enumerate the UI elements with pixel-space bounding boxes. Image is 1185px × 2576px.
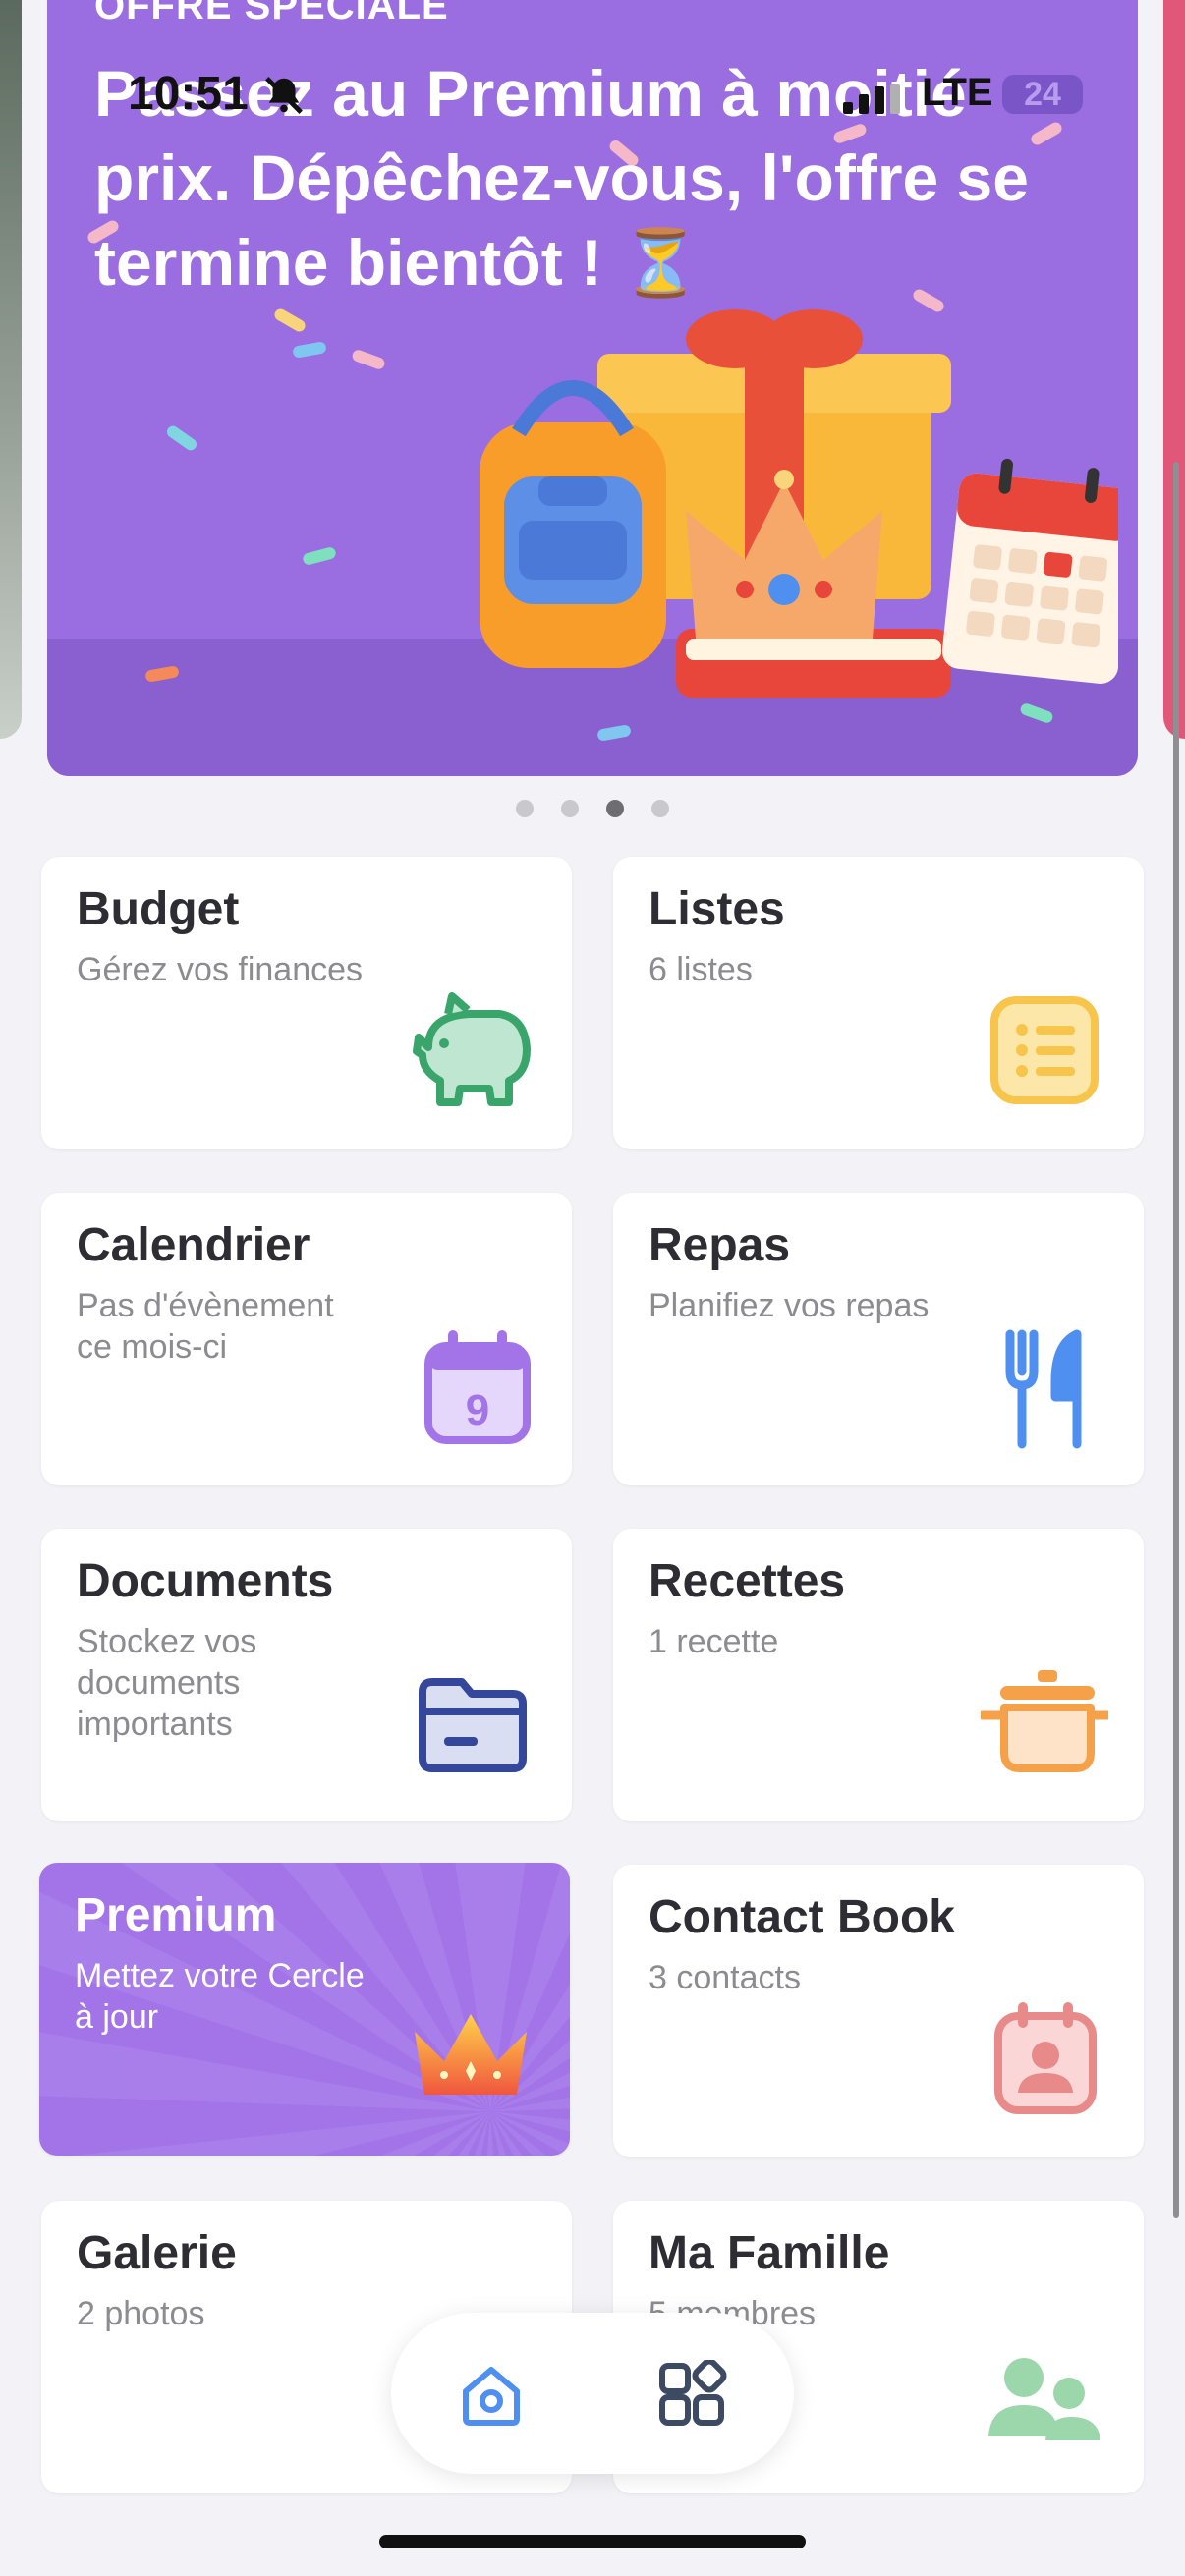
tile-budget[interactable]: Budget Gérez vos finances xyxy=(41,857,572,1149)
tile-listes[interactable]: Listes 6 listes xyxy=(613,857,1144,1149)
folder-icon xyxy=(419,1678,527,1772)
tile-title: Calendrier xyxy=(77,1219,310,1271)
confetti xyxy=(272,307,308,334)
tile-title: Contact Book xyxy=(649,1891,955,1943)
tile-title: Repas xyxy=(649,1219,791,1271)
apps-grid-icon[interactable] xyxy=(656,2360,727,2431)
tile-premium[interactable]: Premium Mettez votre Cercle à jour xyxy=(39,1863,570,2156)
status-time: 10:51 xyxy=(128,68,249,120)
tile-title: Recettes xyxy=(649,1555,846,1607)
tile-subtitle: Gérez vos finances xyxy=(77,951,364,988)
piggy-bank-icon xyxy=(413,992,531,1106)
tile-title: Ma Famille xyxy=(649,2227,890,2279)
fork-knife-icon xyxy=(1005,1329,1082,1449)
status-bar: 10:51 LTE 24 xyxy=(0,67,1185,126)
pager-dot-active[interactable] xyxy=(606,800,624,817)
tile-repas[interactable]: Repas Planifiez vos repas xyxy=(613,1193,1144,1485)
banner-eyebrow: OFFRE SPÉCIALE xyxy=(94,0,449,28)
tile-recettes[interactable]: Recettes 1 recette xyxy=(613,1529,1144,1821)
tile-title: Documents xyxy=(77,1555,334,1607)
list-icon xyxy=(990,996,1099,1104)
confetti xyxy=(292,341,327,359)
tile-subtitle: 1 recette xyxy=(649,1623,779,1660)
tile-subtitle: Planifiez vos repas xyxy=(649,1287,930,1324)
tile-subtitle: 2 photos xyxy=(77,2295,205,2332)
crown-icon xyxy=(415,2014,527,2095)
home-indicator[interactable] xyxy=(379,2535,806,2548)
confetti xyxy=(164,423,199,453)
calendar-icon: 9 xyxy=(424,1330,531,1444)
bottom-navigation xyxy=(391,2313,794,2474)
tile-subtitle: Pas d'évènement ce mois-ci xyxy=(77,1287,334,1366)
tile-subtitle: Stockez vos documents importants xyxy=(77,1623,257,1743)
contact-card-icon xyxy=(994,2002,1097,2114)
tile-title: Premium xyxy=(75,1889,277,1941)
scrollbar[interactable] xyxy=(1173,462,1179,2218)
tile-documents[interactable]: Documents Stockez vos documents importan… xyxy=(41,1529,572,1821)
tile-contact-book[interactable]: Contact Book 3 contacts xyxy=(613,1865,1144,2157)
signal-bars-icon xyxy=(843,84,900,114)
battery-indicator: 24 xyxy=(1002,75,1083,114)
tile-title: Listes xyxy=(649,883,785,935)
pager-dot[interactable] xyxy=(561,800,579,817)
tile-title: Budget xyxy=(77,883,240,935)
bell-slash-icon xyxy=(265,77,303,114)
carousel-pager xyxy=(0,800,1185,819)
confetti xyxy=(350,348,387,371)
tile-subtitle: Mettez votre Cercle à jour xyxy=(75,1957,365,2036)
cooking-pot-icon xyxy=(981,1670,1108,1772)
confetti xyxy=(302,545,337,567)
tile-calendrier[interactable]: Calendrier Pas d'évènement ce mois-ci 9 xyxy=(41,1193,572,1485)
tile-subtitle: 3 contacts xyxy=(649,1959,801,1996)
pager-dot[interactable] xyxy=(651,800,669,817)
calendar-day: 9 xyxy=(466,1386,489,1434)
gifts-illustration xyxy=(480,309,1118,698)
tile-title: Galerie xyxy=(77,2227,237,2279)
home-icon[interactable] xyxy=(456,2360,527,2431)
pager-dot[interactable] xyxy=(516,800,534,817)
network-type: LTE xyxy=(922,71,993,114)
family-icon xyxy=(988,2358,1100,2440)
tile-subtitle: 6 listes xyxy=(649,951,753,988)
